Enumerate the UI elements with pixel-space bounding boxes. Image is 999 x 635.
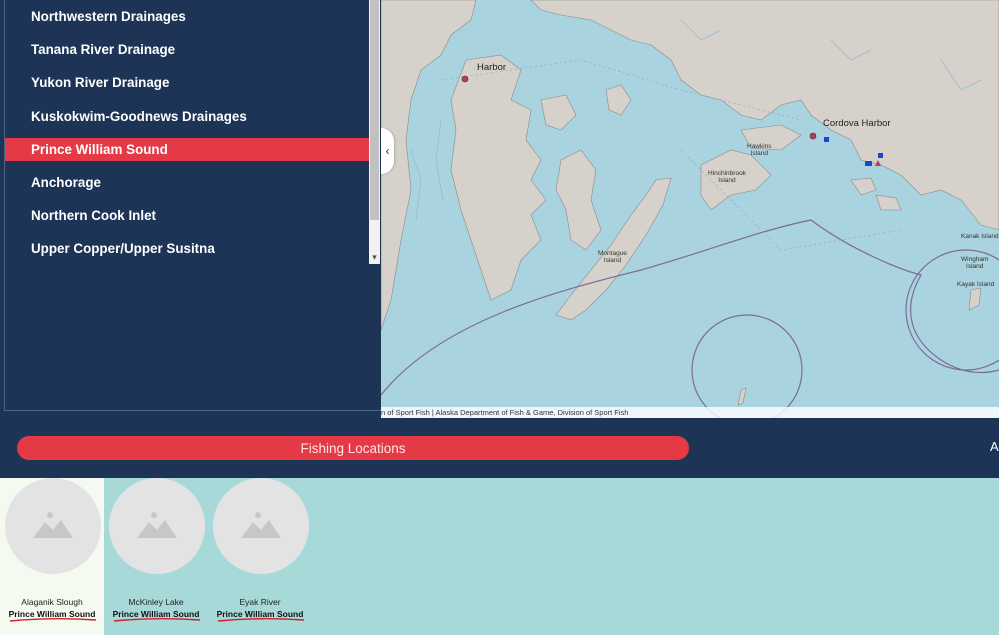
red-underline-mark <box>113 618 201 622</box>
map-island-cluster-1 <box>555 149 602 251</box>
region-item-yukon-river-drainage[interactable]: Yukon River Drainage <box>5 66 369 99</box>
region-list: Northwestern Drainages Tanana River Drai… <box>5 0 369 265</box>
map-land-peninsula <box>450 54 547 301</box>
region-item-tanana-river-drainage[interactable]: Tanana River Drainage <box>5 33 369 66</box>
map-attribution: n of Sport Fish | Alaska Department of F… <box>381 407 999 418</box>
region-list-scrollbar[interactable]: ▾ <box>369 0 380 264</box>
marker-harbor-icon <box>461 75 469 83</box>
card-location-name: Alaganik Slough <box>21 597 83 607</box>
map-island-middleton <box>737 387 747 406</box>
map-island-naked <box>605 84 632 116</box>
map-label-harbor: Harbor <box>477 62 507 73</box>
map-land-north <box>530 0 999 231</box>
region-sidebar: Northwestern Drainages Tanana River Drai… <box>0 0 381 418</box>
scrollbar-thumb[interactable] <box>370 0 379 220</box>
placeholder-image-icon <box>213 478 309 574</box>
region-item-upper-copper-susitna[interactable]: Upper Copper/Upper Susitna <box>5 232 369 265</box>
marker-cordova-icon <box>809 132 817 140</box>
map-label-hawkins-island: Hawkins Island <box>747 143 772 157</box>
map-label-hinchinbrook-island: Hinchinbrook Island <box>708 170 746 184</box>
map-label-kanak-island: Kanak Island <box>961 233 999 240</box>
placeholder-image-icon <box>5 478 101 574</box>
marker-square-3-icon <box>878 153 883 158</box>
region-item-kuskokwim-goodnews[interactable]: Kuskokwim-Goodnews Drainages <box>5 100 369 133</box>
region-item-anchorage[interactable]: Anchorage <box>5 166 369 199</box>
map-island-small-1 <box>850 177 877 196</box>
placeholder-image-icon <box>109 478 205 574</box>
app-root: Northwestern Drainages Tanana River Drai… <box>0 0 999 635</box>
card-location-name: McKinley Lake <box>128 597 184 607</box>
gallery-card[interactable]: Eyak River Prince William Sound <box>208 478 312 635</box>
region-item-northern-cook-inlet[interactable]: Northern Cook Inlet <box>5 199 369 232</box>
collapse-sidebar-button[interactable]: ‹ <box>381 128 394 174</box>
banner-right-text: A <box>990 439 999 454</box>
map-island-kayak <box>968 287 982 311</box>
map-view[interactable]: Harbor Cordova Harbor Hawkins Island Hin… <box>381 0 999 418</box>
gallery-card[interactable]: Alaganik Slough Prince William Sound <box>0 478 104 635</box>
map-canvas <box>381 0 999 418</box>
marker-square-1-icon <box>824 137 829 142</box>
red-underline-mark <box>9 618 97 622</box>
map-label-cordova-harbor: Cordova Harbor <box>823 118 891 129</box>
red-underline-mark <box>217 618 305 622</box>
map-island-small-2 <box>875 194 902 211</box>
marker-square-2-icon <box>865 161 872 166</box>
map-label-montague-island: Montague Island <box>598 250 627 264</box>
fishing-locations-button[interactable]: Fishing Locations <box>17 436 689 460</box>
scroll-down-arrow-icon[interactable]: ▾ <box>370 253 379 262</box>
location-gallery: Alaganik Slough Prince William Sound McK… <box>0 478 999 635</box>
card-location-name: Eyak River <box>239 597 281 607</box>
map-label-kayak-island: Kayak Island <box>957 281 995 288</box>
region-item-northwestern-drainages[interactable]: Northwestern Drainages <box>5 0 369 33</box>
map-boundary-circle-1 <box>691 314 803 418</box>
region-item-prince-william-sound[interactable]: Prince William Sound <box>5 137 369 161</box>
header-banner: Fishing Locations A <box>0 418 999 478</box>
map-label-wingham-island: Wingham Island <box>961 256 989 270</box>
map-island-cluster-2 <box>540 94 577 131</box>
gallery-card[interactable]: McKinley Lake Prince William Sound <box>104 478 208 635</box>
